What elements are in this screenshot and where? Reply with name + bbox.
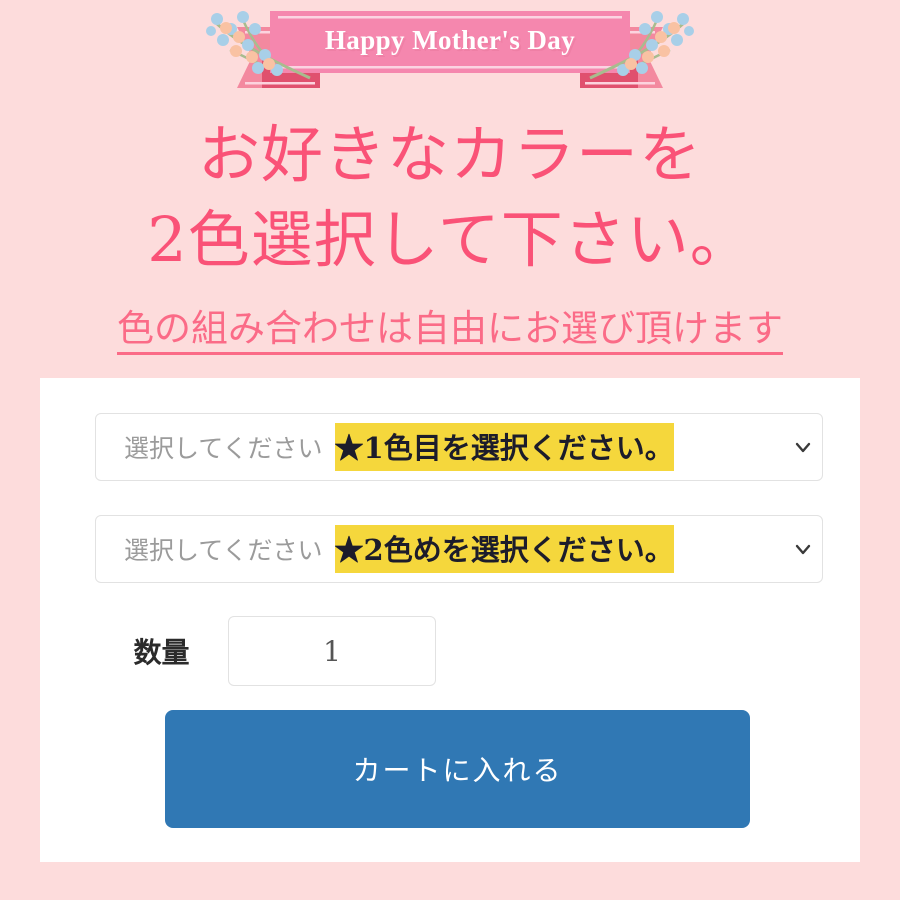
ribbon-tail-left-line-bottom [245, 82, 315, 85]
product-options-card: 選択してください ★1色目を選択ください。 選択してください ★2色めを選択くだ… [40, 378, 860, 862]
mothers-day-banner: Happy Mother's Day [0, 0, 900, 100]
page-title-line-2: 2色選択して下さい。 [147, 203, 753, 276]
page-subtitle: 色の組み合わせは自由にお選び頂けます [0, 304, 900, 355]
ribbon-tail-right-line-bottom [585, 82, 655, 85]
color-select-2[interactable]: 選択してください ★2色めを選択ください。 [95, 515, 823, 583]
color-select-1[interactable]: 選択してください ★1色目を選択ください。 [95, 413, 823, 481]
color-select-2-highlight-label: ★2色めを選択ください。 [334, 525, 674, 573]
page-title: お好きなカラーを 2色選択して下さい。 [0, 112, 900, 282]
chevron-down-icon[interactable] [792, 538, 814, 560]
quantity-row: 数量 1 [95, 616, 823, 686]
quantity-input[interactable]: 1 [228, 616, 436, 686]
color-select-1-placeholder: 選択してください [124, 434, 323, 463]
page-title-line-1: お好きなカラーを [197, 118, 702, 191]
banner-title: Happy Mother's Day [324, 24, 576, 55]
chevron-down-icon[interactable] [792, 436, 814, 458]
color-select-2-placeholder: 選択してください [124, 536, 323, 565]
ribbon-center-line-bottom [278, 66, 622, 69]
quantity-label: 数量 [133, 636, 190, 669]
color-select-1-highlight-label: ★1色目を選択ください。 [334, 423, 674, 471]
page-subtitle-text: 色の組み合わせは自由にお選び頂けます [117, 307, 783, 355]
add-to-cart-button[interactable]: カートに入れる [165, 710, 750, 828]
